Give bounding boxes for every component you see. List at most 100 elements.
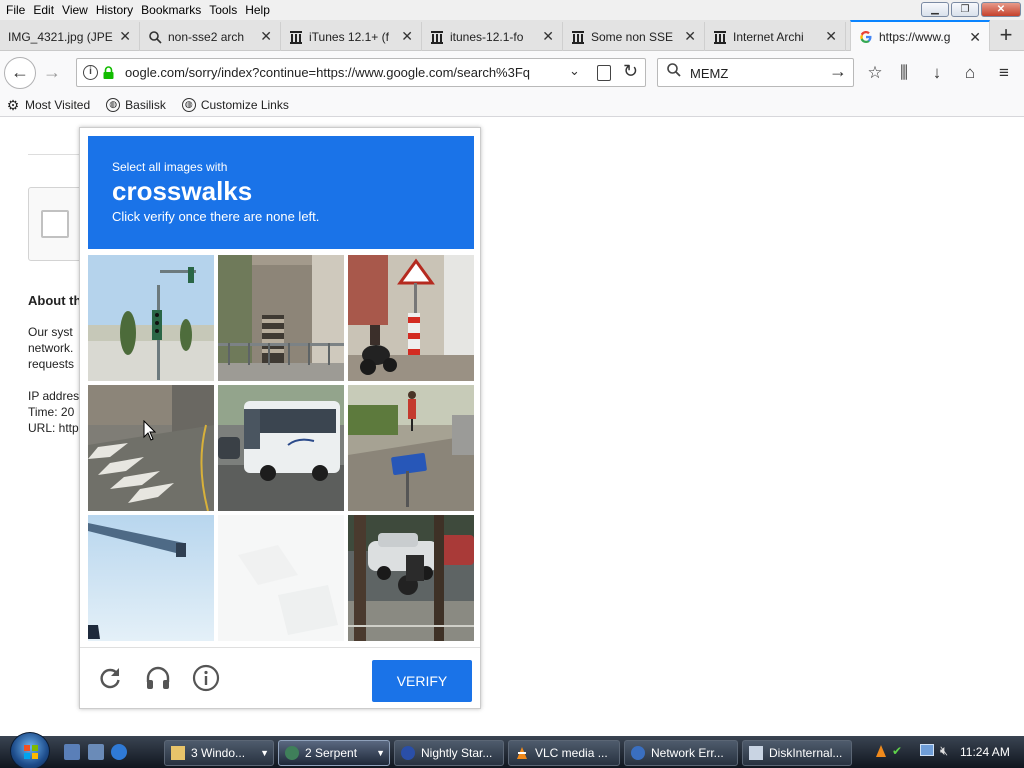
search-go-icon[interactable]: →	[829, 61, 847, 82]
bookmarks-bar: ⚙ Most Visited ◍ Basilisk ◍ Customize Li…	[0, 93, 1024, 117]
archive-icon	[713, 30, 727, 44]
volume-muted-icon[interactable]: 🔇︎	[940, 743, 948, 759]
vlc-tray-icon[interactable]	[874, 744, 888, 761]
menu-edit[interactable]: Edit	[31, 3, 60, 17]
recaptcha-checkbox[interactable]	[41, 210, 69, 238]
body-line: requests	[28, 357, 75, 371]
clock[interactable]: 11:24 AM	[960, 745, 1010, 759]
reload-icon[interactable]: ↻	[623, 61, 638, 82]
new-tab-button[interactable]: +	[994, 24, 1018, 48]
crosswalk-tile[interactable]	[88, 385, 214, 511]
stairs-tile[interactable]	[218, 255, 344, 381]
tab-close-icon[interactable]: ✕	[969, 29, 981, 46]
internet-explorer-icon[interactable]	[111, 744, 127, 760]
body-line: network.	[28, 341, 74, 355]
download-icon[interactable]: ↓	[926, 63, 948, 83]
cyclist-sign-tile[interactable]	[348, 385, 474, 511]
restore-button[interactable]: ❐	[951, 2, 979, 17]
taskbar-nightly[interactable]: Nightly Star...	[394, 740, 504, 766]
tab-itunes-1[interactable]: iTunes 12.1+ (f ✕	[281, 22, 422, 51]
forward-button[interactable]: →	[40, 61, 64, 85]
bookmark-most-visited[interactable]: ⚙ Most Visited	[6, 98, 90, 112]
start-button[interactable]	[10, 732, 50, 768]
crane-tile[interactable]	[88, 515, 214, 641]
minimize-button[interactable]: ▁	[921, 2, 949, 17]
url-text[interactable]: oogle.com/sorry/index?continue=https://w…	[125, 65, 565, 80]
check-tray-icon[interactable]: ✔	[892, 744, 902, 758]
motorcycle-sign-tile[interactable]	[348, 255, 474, 381]
taskbar-network-error[interactable]: Network Err...	[624, 740, 738, 766]
captcha-instruction: Select all images with	[112, 160, 228, 174]
menu-icon[interactable]: ≡	[993, 63, 1015, 83]
tab-label: itunes-12.1-fo	[450, 29, 524, 44]
info-icon[interactable]: i	[83, 65, 98, 80]
tab-close-icon[interactable]: ✕	[825, 28, 837, 45]
google-icon	[859, 30, 873, 44]
home-icon[interactable]: ⌂	[959, 63, 981, 83]
taskbar-serpent-group[interactable]: 2 Serpent ▼	[278, 740, 390, 766]
headphones-icon[interactable]	[144, 664, 172, 692]
tab-non-sse2[interactable]: non-sse2 arch ✕	[140, 22, 281, 51]
taskbar-diskinternals[interactable]: DiskInternal...	[742, 740, 852, 766]
tab-close-icon[interactable]: ✕	[260, 28, 272, 45]
reload-icon[interactable]	[96, 664, 124, 692]
menu-bookmarks[interactable]: Bookmarks	[139, 3, 207, 17]
library-icon[interactable]: ⫼	[893, 63, 915, 83]
captcha-footer: VERIFY	[80, 647, 480, 709]
menu-view[interactable]: View	[60, 3, 94, 17]
reader-view-icon[interactable]	[597, 65, 611, 81]
blank-tile[interactable]	[218, 515, 344, 641]
tab-internet-archive[interactable]: Internet Archi ✕	[705, 22, 846, 51]
taskbar-windows-group[interactable]: 3 Windo... ▼	[164, 740, 274, 766]
folder-icon	[171, 746, 185, 760]
info-icon[interactable]	[192, 664, 220, 692]
menu-help[interactable]: Help	[243, 3, 276, 17]
globe-icon: ◍	[106, 97, 121, 112]
network-tray-icon[interactable]	[920, 744, 934, 756]
ip-line: IP addres	[28, 389, 80, 403]
taskbar-vlc[interactable]: VLC media ...	[508, 740, 620, 766]
verify-button[interactable]: VERIFY	[372, 660, 472, 702]
bookmark-basilisk[interactable]: ◍ Basilisk	[106, 97, 166, 112]
switch-windows-icon[interactable]	[88, 744, 104, 760]
tab-close-icon[interactable]: ✕	[542, 28, 554, 45]
tab-label: https://www.g	[879, 30, 951, 44]
tab-strip: IMG_4321.jpg (JPE ✕ non-sse2 arch ✕ iTun…	[0, 20, 1024, 52]
tab-close-icon[interactable]: ✕	[684, 28, 696, 45]
search-bar[interactable]: MEMZ →	[657, 58, 854, 87]
back-button[interactable]: ←	[4, 57, 36, 89]
mouse-cursor-icon	[143, 419, 157, 442]
taskbar-label: 3 Windo...	[191, 746, 246, 760]
archive-icon	[430, 30, 444, 44]
show-desktop-icon[interactable]	[64, 744, 80, 760]
tab-close-icon[interactable]: ✕	[119, 28, 131, 45]
traffic-light-tile[interactable]	[88, 255, 214, 381]
tab-img[interactable]: IMG_4321.jpg (JPE ✕	[0, 22, 140, 51]
body-line: Our syst	[28, 325, 73, 339]
car-motorcycle-tile[interactable]	[348, 515, 474, 641]
chevron-down-icon[interactable]: ⌄	[569, 63, 580, 79]
search-input[interactable]: MEMZ	[690, 66, 728, 81]
search-icon	[148, 30, 162, 44]
network-icon	[631, 746, 645, 760]
url-bar[interactable]: i oogle.com/sorry/index?continue=https:/…	[76, 58, 646, 87]
tab-non-sse[interactable]: Some non SSE ✕	[563, 22, 705, 51]
bus-tile[interactable]	[218, 385, 344, 511]
bookmark-customize-links[interactable]: ◍ Customize Links	[181, 97, 289, 112]
captcha-challenge: Select all images with crosswalks Click …	[79, 127, 481, 709]
menu-file[interactable]: File	[4, 3, 31, 17]
archive-icon	[571, 30, 585, 44]
globe-icon: ◍	[181, 97, 196, 112]
close-window-button[interactable]: ✕	[981, 2, 1021, 17]
tab-label: non-sse2 arch	[168, 29, 245, 44]
dropdown-arrow-icon: ▼	[260, 748, 269, 758]
star-icon[interactable]: ☆	[864, 63, 886, 83]
tab-close-icon[interactable]: ✕	[401, 28, 413, 45]
tab-itunes-2[interactable]: itunes-12.1-fo ✕	[422, 22, 563, 51]
taskbar-label: VLC media ...	[535, 746, 608, 760]
menu-history[interactable]: History	[94, 3, 139, 17]
tab-google-active[interactable]: https://www.g ✕	[850, 20, 990, 52]
menu-tools[interactable]: Tools	[207, 3, 243, 17]
taskbar-label: Network Err...	[651, 746, 724, 760]
bookmark-label: Basilisk	[125, 97, 166, 112]
